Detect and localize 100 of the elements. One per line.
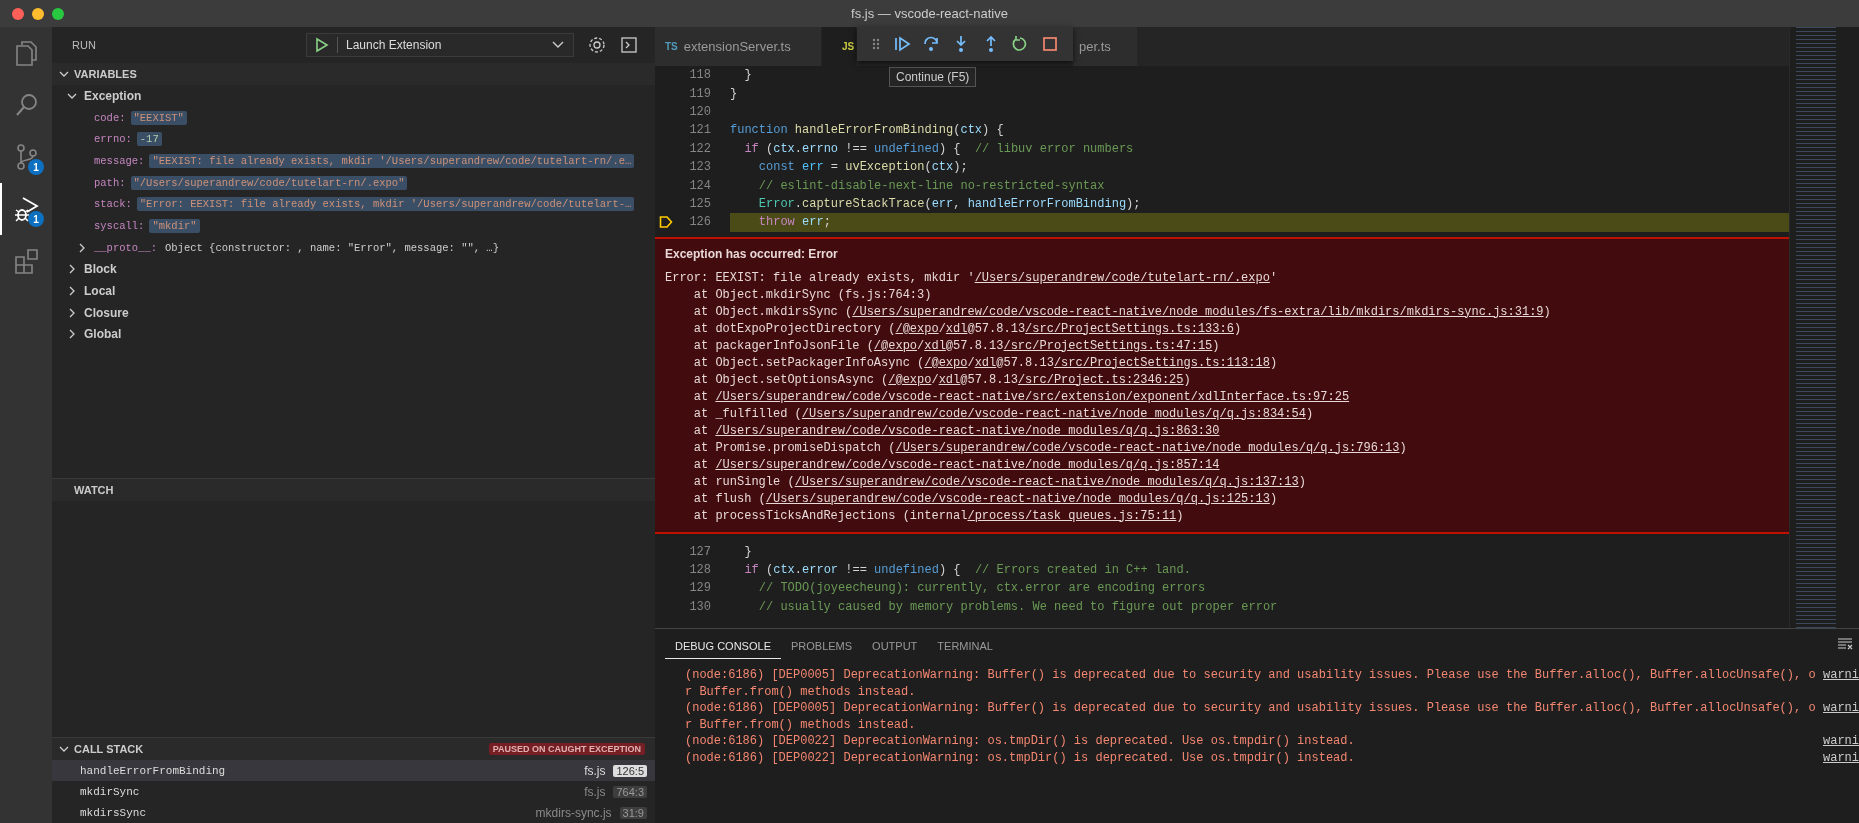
continue-icon[interactable] <box>892 35 911 53</box>
stack-trace-text: / <box>917 338 925 353</box>
code-token: ( <box>765 141 774 156</box>
file-link[interactable]: xdl <box>938 372 961 387</box>
code-token: // eslint-disable-next-line no-restricted-syntax <box>757 178 1105 193</box>
code-token: = <box>829 160 839 175</box>
source-control-button[interactable]: 1 <box>0 131 52 183</box>
notification-badge: 1 <box>28 159 44 175</box>
call-stack-section-header[interactable]: CALL STACK PAUSED ON CAUGHT EXCEPTION <box>52 738 655 760</box>
variable-value: "/Users/superandrew/code/tutelart-rn/.expo" <box>130 175 408 190</box>
code-token: ); <box>953 160 968 175</box>
settings-icon[interactable] <box>588 36 606 54</box>
source-link[interactable]: warni <box>1823 749 1859 767</box>
editor-tab[interactable]: JS <box>822 27 857 66</box>
maximize-window-button[interactable] <box>52 7 64 20</box>
watch-section-header[interactable]: WATCH <box>52 479 655 501</box>
clear-console-icon[interactable] <box>1837 637 1853 651</box>
exception-title: Exception has occurred: Error <box>665 246 839 261</box>
scope-item[interactable]: Global <box>52 323 655 346</box>
variable-name: __proto__: <box>94 241 157 254</box>
close-window-button[interactable] <box>12 7 24 20</box>
file-link[interactable]: /src/ProjectSettings.ts:113:18 <box>1053 355 1270 370</box>
stack-trace-text: at processTicksAndRejections (internal <box>693 508 968 523</box>
search-icon <box>14 92 40 118</box>
file-link[interactable]: xdl <box>945 321 968 336</box>
editor-tab[interactable]: per.ts <box>1073 27 1138 66</box>
file-link[interactable]: /src/ProjectSettings.ts:133:6 <box>1025 321 1234 336</box>
code-token: ) { <box>938 141 961 156</box>
code-token: ; <box>823 215 831 230</box>
file-link[interactable]: /Users/superandrew/code/vscode-react-native/node_modules/q/q.js:863:30 <box>715 423 1220 438</box>
file-link[interactable]: /@expo <box>895 321 939 336</box>
source-link[interactable]: warni <box>1823 733 1859 750</box>
scope-item[interactable]: Local <box>52 280 655 302</box>
stack-trace-text: @57.8.13 <box>996 355 1054 370</box>
call-stack-frame[interactable]: handleErrorFromBinding fs.js 126:5 <box>52 760 655 781</box>
file-link[interactable]: /process/task_queues.js:75:11 <box>967 508 1177 523</box>
stack-trace-text: at dotExpoProjectDirectory ( <box>693 321 896 336</box>
stack-trace-text: ) <box>1269 491 1278 506</box>
call-stack-frame[interactable]: mkdirsSync mkdirs-sync.js 31:9 <box>52 802 655 823</box>
file-link[interactable]: /Users/superandrew/code/vscode-react-native/node_modules/q/q.js:137:13 <box>794 474 1299 489</box>
exception-text: Error: EEXIST: file already exists, mkdir ' <box>665 270 975 285</box>
file-link[interactable]: xdl <box>974 355 997 370</box>
console-message: (node:6186) [DEP0022] DeprecationWarning: os.tmpDir() is deprecated. Use os.tmpdir() instead. <box>685 733 1356 750</box>
panel-tab[interactable]: PROBLEMS <box>780 631 863 659</box>
panel-tab[interactable]: TERMINAL <box>927 631 1003 659</box>
call-stack-frame[interactable]: mkdirSync fs.js 764:3 <box>52 781 655 802</box>
minimize-window-button[interactable] <box>32 7 44 20</box>
file-link[interactable]: /Users/superandrew/code/tutelart-rn/.expo <box>974 270 1270 285</box>
file-link[interactable]: /@expo <box>924 355 968 370</box>
variable-name: code: <box>94 111 126 124</box>
step-over-icon[interactable] <box>922 35 941 53</box>
window-title: fs.js — vscode-react-native <box>851 6 1008 21</box>
variables-section-header[interactable]: VARIABLES <box>52 63 655 85</box>
file-link[interactable]: /Users/superandrew/code/vscode-react-native/node_modules/fs-extra/lib/mkdirs/mkdirs-sync.js:31:9 <box>852 304 1544 319</box>
drag-handle-icon[interactable] <box>870 37 881 51</box>
source-link[interactable]: warni <box>1823 667 1859 701</box>
code-token: ctx <box>773 563 795 578</box>
panel-tab[interactable]: OUTPUT <box>862 631 928 659</box>
code-token: function <box>730 123 788 138</box>
file-link[interactable]: /src/Project.ts:2346:25 <box>1017 372 1184 387</box>
file-link[interactable]: /@expo <box>873 338 918 353</box>
source-link[interactable]: warni <box>1823 700 1859 734</box>
line-number: 119 <box>688 86 711 101</box>
stack-trace-text: ) <box>1399 440 1407 455</box>
file-link[interactable]: /src/ProjectSettings.ts:47:15 <box>1003 338 1213 353</box>
file-link[interactable]: /@expo <box>888 372 932 387</box>
branch-icon <box>14 143 40 171</box>
code-token: err <box>931 196 954 211</box>
stack-trace-text: at Object.setPackagerInfoAsync ( <box>693 355 925 370</box>
scope-item[interactable]: Closure <box>52 301 655 324</box>
scope-item[interactable]: Exception <box>52 85 655 107</box>
tooltip: Continue (F5) <box>889 67 977 87</box>
code-token: . <box>794 563 803 578</box>
run-debug-icon <box>13 195 41 223</box>
file-link[interactable]: /Users/superandrew/code/vscode-react-native/src/extension/exponent/xdlInterface.ts:97:25 <box>715 389 1350 404</box>
line-number: 126 <box>688 215 711 230</box>
stop-icon[interactable] <box>1041 35 1060 53</box>
code-token: // libuv error numbers <box>973 141 1134 156</box>
code-token: uvException <box>844 160 925 175</box>
variable-value: "EEXIST" <box>130 110 187 125</box>
code-token: // usually caused by memory problems. We need to figure out proper error <box>757 599 1278 614</box>
code-token: error <box>802 563 839 578</box>
line-number: 125 <box>688 196 711 211</box>
chevron-down-icon <box>551 40 565 50</box>
launch-configuration-dropdown[interactable]: Launch Extension <box>306 33 574 57</box>
exception-text: ' <box>1269 270 1278 285</box>
editor-tab[interactable]: TS extensionServer.ts <box>655 27 822 66</box>
variable-value: "Error: EEXIST: file already exists, mkdir '/Users/superandrew/code/tutelart-… <box>136 197 635 212</box>
file-link[interactable]: /Users/superandrew/code/vscode-react-native/node_modules/q/q.js:834:54 <box>801 406 1306 421</box>
file-link[interactable]: /Users/superandrew/code/vscode-react-native/node_modules/q/q.js:796:13 <box>895 440 1400 455</box>
code-token: ( <box>953 123 961 138</box>
panel-tab[interactable]: DEBUG CONSOLE <box>665 631 781 659</box>
file-link[interactable]: /Users/superandrew/code/vscode-react-native/node_modules/q/q.js:125:13 <box>765 491 1270 506</box>
stack-trace-text: @57.8.13 <box>960 372 1018 387</box>
file-link[interactable]: xdl <box>924 338 946 353</box>
scope-item[interactable]: Block <box>52 258 655 281</box>
code-token: Error <box>757 196 795 211</box>
code-token: } <box>743 68 752 83</box>
file-link[interactable]: /Users/superandrew/code/vscode-react-native/node_modules/q/q.js:857:14 <box>715 457 1220 472</box>
debug-console-icon[interactable] <box>620 36 638 54</box>
